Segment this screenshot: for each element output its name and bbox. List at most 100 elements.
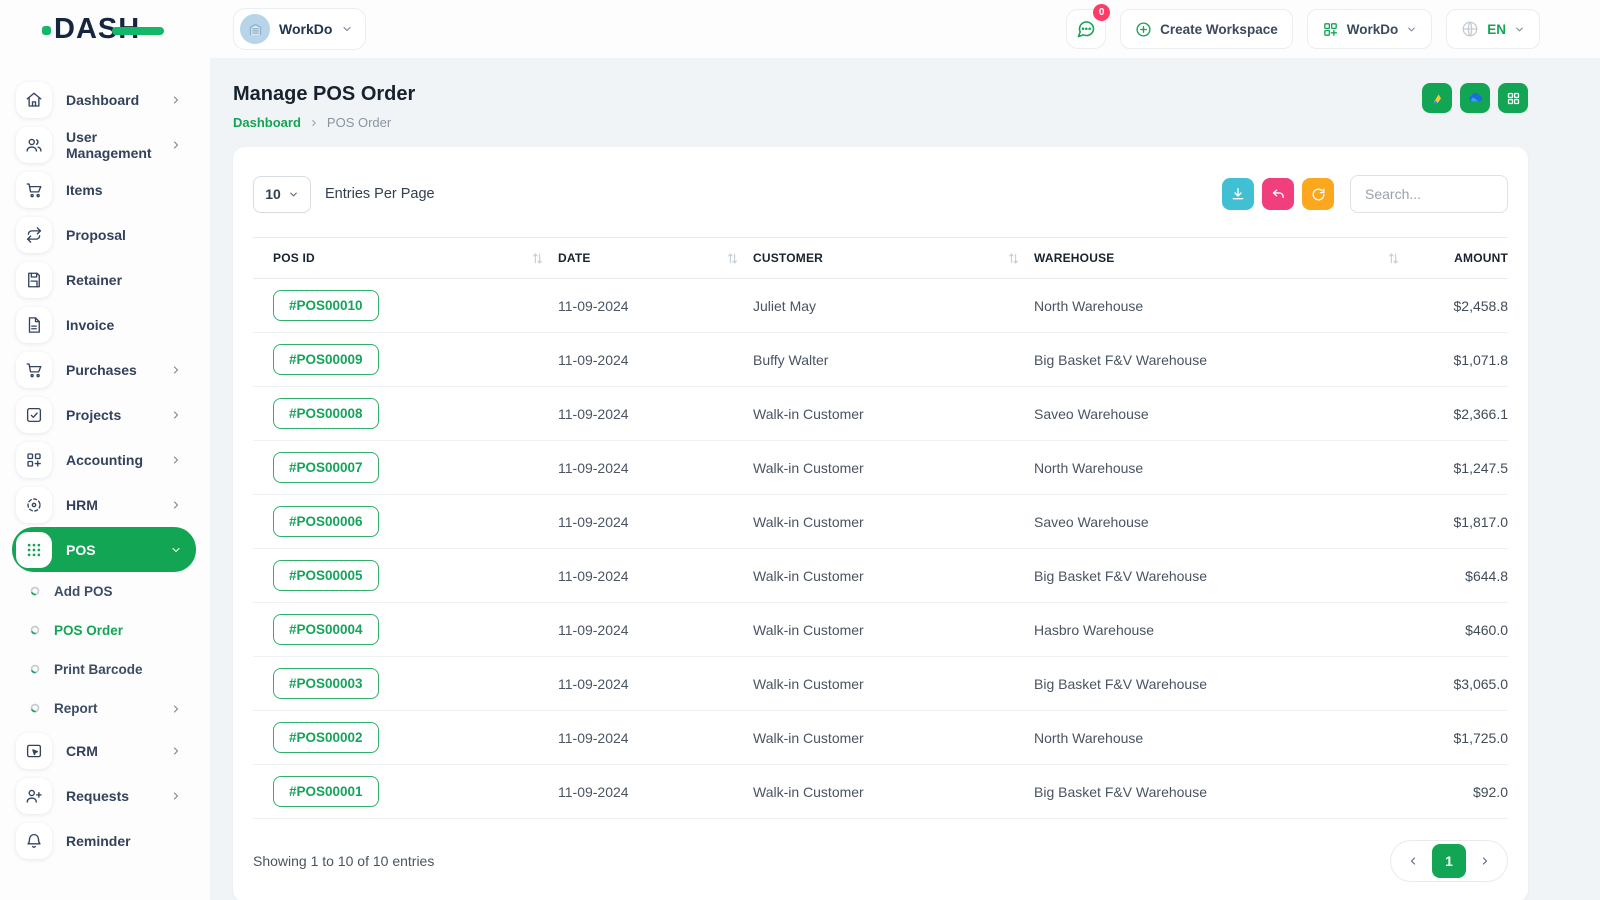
cell-customer: Walk-in Customer [753, 440, 1034, 495]
column-header-pos-id[interactable]: POS ID [253, 237, 558, 279]
sidebar-subitem-label: Add POS [54, 584, 113, 599]
sidebar-item-projects[interactable]: Projects [12, 392, 196, 437]
messages-badge: 0 [1093, 4, 1111, 21]
main-content: Manage POS Order Dashboard POS Order 10 [210, 58, 1600, 900]
sidebar-item-requests[interactable]: Requests [12, 773, 196, 818]
grid-view-button[interactable] [1498, 83, 1528, 113]
sidebar-item-label: Reminder [66, 832, 131, 849]
pos-id-button[interactable]: #POS00008 [273, 398, 379, 429]
sidebar-item-invoice[interactable]: Invoice [12, 302, 196, 347]
cell-amount: $1,725.0 [1414, 710, 1508, 765]
cell-warehouse: North Warehouse [1034, 710, 1414, 765]
sidebar-subitem-pos-order[interactable]: POS Order [0, 611, 210, 650]
table-row: #POS00005 11-09-2024 Walk-in Customer Big B… [253, 548, 1508, 603]
cell-pos-id: #POS00009 [253, 332, 558, 387]
table-row: #POS00010 11-09-2024 Juliet May North Wareh… [253, 278, 1508, 333]
ring-icon [30, 661, 40, 679]
sidebar-item-accounting[interactable]: Accounting [12, 437, 196, 482]
breadcrumb: Dashboard POS Order [233, 115, 415, 130]
chevron-right-icon [170, 94, 182, 106]
sidebar-item-items[interactable]: Items [12, 167, 196, 212]
column-header-customer[interactable]: CUSTOMER [753, 237, 1034, 279]
chevron-down-icon [341, 23, 353, 35]
quick-actions [1422, 83, 1528, 113]
page-title: Manage POS Order [233, 83, 416, 105]
google-drive-button[interactable] [1422, 83, 1452, 113]
pos-id-button[interactable]: #POS00004 [273, 614, 379, 645]
workspace-menu-button[interactable]: WorkDo [1306, 9, 1433, 49]
cell-warehouse: North Warehouse [1034, 278, 1414, 333]
messages-button[interactable]: 0 [1066, 4, 1111, 49]
pos-id-button[interactable]: #POS00001 [273, 776, 379, 807]
sidebar-item-hrm[interactable]: HRM [12, 482, 196, 527]
column-header-amount[interactable]: AMOUNT [1414, 237, 1508, 279]
sidebar-item-label: Dashboard [66, 91, 140, 108]
table-footer: Showing 1 to 10 of 10 entries 1 [253, 840, 1508, 882]
pagination: 1 [1390, 840, 1508, 882]
column-header-label: AMOUNT [1454, 251, 1508, 265]
cell-customer: Juliet May [753, 278, 1034, 333]
sidebar-subitem-report[interactable]: Report [0, 689, 210, 728]
cell-amount: $2,458.8 [1414, 278, 1508, 333]
entries-per-page-select[interactable]: 10 [253, 175, 311, 213]
sidebar-item-reminder[interactable]: Reminder [12, 818, 196, 863]
cell-customer: Walk-in Customer [753, 494, 1034, 549]
entries-per-page-value: 10 [265, 186, 281, 202]
chevron-right-icon [309, 118, 319, 128]
cell-pos-id: #POS00001 [253, 764, 558, 819]
sidebar-item-user-management[interactable]: User Management [12, 122, 196, 167]
pagination-page-1-button[interactable]: 1 [1432, 844, 1466, 878]
pos-id-button[interactable]: #POS00009 [273, 344, 379, 375]
undo-arrow-icon [1272, 188, 1284, 198]
refresh-button[interactable] [1302, 178, 1334, 210]
sidebar-item-proposal[interactable]: Proposal [12, 212, 196, 257]
undo-button[interactable] [1262, 178, 1294, 210]
sidebar-item-purchases[interactable]: Purchases [12, 347, 196, 392]
column-header-warehouse[interactable]: WAREHOUSE [1034, 237, 1414, 279]
pos-id-button[interactable]: #POS00006 [273, 506, 379, 537]
pos-id-button[interactable]: #POS00005 [273, 560, 379, 591]
cell-amount: $1,247.5 [1414, 440, 1508, 495]
pos-order-table: POS ID DATE CUSTOMER WAREHOUSE AMOUNT #POS00… [253, 237, 1508, 819]
proposal-icon [16, 216, 52, 253]
sidebar-item-crm[interactable]: CRM [12, 728, 196, 773]
cell-amount: $644.8 [1414, 548, 1508, 603]
cell-warehouse: Hasbro Warehouse [1034, 602, 1414, 657]
create-workspace-label: Create Workspace [1160, 21, 1278, 37]
table-row: #POS00006 11-09-2024 Walk-in Customer Saveo… [253, 494, 1508, 549]
pos-id-button[interactable]: #POS00010 [273, 290, 379, 321]
pos-id-button[interactable]: #POS00007 [273, 452, 379, 483]
logo-text: DASH [42, 14, 165, 44]
breadcrumb-dashboard[interactable]: Dashboard [233, 115, 301, 130]
workspace-selector[interactable]: WorkDo [233, 8, 367, 50]
pos-id-button[interactable]: #POS00002 [273, 722, 379, 753]
export-download-button[interactable] [1222, 178, 1254, 210]
language-value: EN [1487, 21, 1506, 37]
sidebar-item-retainer[interactable]: Retainer [12, 257, 196, 302]
cell-customer: Walk-in Customer [753, 764, 1034, 819]
pagination-prev-button[interactable] [1396, 844, 1430, 878]
column-header-date[interactable]: DATE [558, 237, 753, 279]
chevron-down-icon [1406, 24, 1417, 35]
onedrive-button[interactable] [1460, 83, 1490, 113]
language-selector[interactable]: EN [1446, 9, 1540, 49]
sidebar-subitem-add-pos[interactable]: Add POS [0, 572, 210, 611]
pagination-next-button[interactable] [1468, 844, 1502, 878]
google-drive-icon [1433, 94, 1441, 104]
cell-date: 11-09-2024 [558, 602, 753, 657]
cell-date: 11-09-2024 [558, 494, 753, 549]
sidebar-item-dashboard[interactable]: Dashboard [12, 77, 196, 122]
cell-pos-id: #POS00003 [253, 656, 558, 711]
page-head: Manage POS Order Dashboard POS Order [233, 83, 1528, 130]
app-logo[interactable]: DASH [0, 14, 210, 44]
cell-pos-id: #POS00010 [253, 278, 558, 333]
table-row: #POS00003 11-09-2024 Walk-in Customer Big B… [253, 656, 1508, 711]
search-input[interactable] [1350, 175, 1508, 213]
users-icon [16, 126, 52, 163]
cell-customer: Walk-in Customer [753, 710, 1034, 765]
sidebar-item-pos[interactable]: POS [12, 527, 196, 572]
pos-id-button[interactable]: #POS00003 [273, 668, 379, 699]
sidebar-subitem-print-barcode[interactable]: Print Barcode [0, 650, 210, 689]
grid-plus-icon [1323, 22, 1337, 36]
create-workspace-button[interactable]: Create Workspace [1120, 9, 1293, 49]
